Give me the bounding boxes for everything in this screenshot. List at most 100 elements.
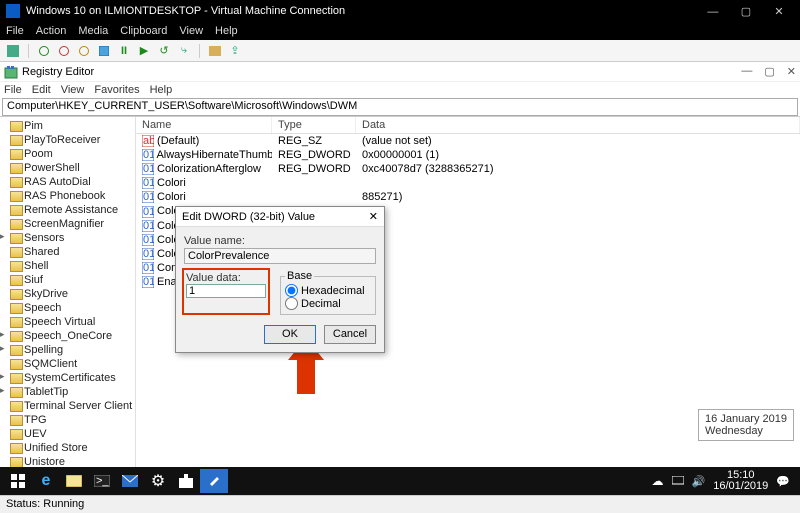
vm-menu-help[interactable]: Help: [215, 25, 238, 37]
tree-item[interactable]: TPG: [10, 413, 135, 427]
tree-item[interactable]: UEV: [10, 427, 135, 441]
tree-item[interactable]: ScreenMagnifier: [10, 217, 135, 231]
ok-button[interactable]: OK: [264, 325, 316, 344]
action-center-icon[interactable]: 💬: [776, 475, 790, 488]
tree-item[interactable]: Poom: [10, 147, 135, 161]
dialog-titlebar[interactable]: Edit DWORD (32-bit) Value ✕: [176, 207, 384, 227]
mail-icon[interactable]: [116, 469, 144, 493]
explorer-icon[interactable]: [60, 469, 88, 493]
tree-item[interactable]: Speech Virtual: [10, 315, 135, 329]
col-name[interactable]: Name: [136, 117, 272, 133]
regedit-icon: [4, 65, 18, 79]
pause-icon[interactable]: II: [117, 44, 131, 58]
revert-icon[interactable]: ⤷: [177, 44, 191, 58]
shutdown-icon[interactable]: [77, 44, 91, 58]
regedit-menu-file[interactable]: File: [4, 84, 22, 96]
tree-item[interactable]: SkyDrive: [10, 287, 135, 301]
tree-item[interactable]: Speech: [10, 301, 135, 315]
save-icon[interactable]: [97, 44, 111, 58]
radio-hex[interactable]: Hexadecimal: [285, 284, 371, 297]
regedit-address-bar[interactable]: Computer\HKEY_CURRENT_USER\Software\Micr…: [2, 98, 798, 116]
tray-onedrive-icon[interactable]: ☁: [652, 474, 664, 488]
start-button[interactable]: [4, 469, 32, 493]
table-row[interactable]: ab (Default)REG_SZ(value not set): [136, 134, 800, 148]
taskbar[interactable]: e >_ ⚙ ☁ 🔊 15:10 16/01/2019 💬: [0, 467, 800, 495]
reset-icon[interactable]: ▶: [137, 44, 151, 58]
ctrl-alt-del-icon[interactable]: [6, 44, 20, 58]
edge-icon[interactable]: e: [32, 469, 60, 493]
regedit-menubar: File Edit View Favorites Help: [0, 82, 800, 98]
tree-item[interactable]: Terminal Server Client: [10, 399, 135, 413]
vm-titlebar: Windows 10 on ILMIONTDESKTOP - Virtual M…: [0, 0, 800, 22]
share-icon[interactable]: ⇪: [228, 44, 242, 58]
tree-item[interactable]: Spelling: [10, 343, 135, 357]
maximize-button[interactable]: ▢: [731, 5, 761, 18]
paint-icon[interactable]: [200, 469, 228, 493]
svg-text:>_: >_: [96, 475, 109, 487]
start-icon[interactable]: [37, 44, 51, 58]
tree-item[interactable]: Remote Assistance: [10, 203, 135, 217]
regedit-close[interactable]: ✕: [787, 65, 796, 78]
regedit-titlebar: Registry Editor — ▢ ✕: [0, 62, 800, 82]
store-icon[interactable]: [172, 469, 200, 493]
tree-item[interactable]: RAS AutoDial: [10, 175, 135, 189]
value-name-field: ColorPrevalence: [184, 248, 376, 264]
table-row[interactable]: 011 Colori885271): [136, 190, 800, 204]
listview-header[interactable]: Name Type Data: [136, 117, 800, 134]
regedit-title: Registry Editor: [22, 66, 94, 78]
table-row[interactable]: 011 Colori: [136, 176, 800, 190]
checkpoint-icon[interactable]: ↺: [157, 44, 171, 58]
radio-dec-input[interactable]: [285, 297, 298, 310]
radio-hex-input[interactable]: [285, 284, 298, 297]
vm-menu-clipboard[interactable]: Clipboard: [120, 25, 167, 37]
tree-item[interactable]: Siuf: [10, 273, 135, 287]
vm-menu-view[interactable]: View: [179, 25, 203, 37]
col-data[interactable]: Data: [356, 117, 800, 133]
tree-item[interactable]: Speech_OneCore: [10, 329, 135, 343]
regedit-minimize[interactable]: —: [741, 65, 752, 78]
taskbar-clock[interactable]: 15:10 16/01/2019: [713, 470, 768, 492]
vm-menu-action[interactable]: Action: [36, 25, 67, 37]
regedit-menu-view[interactable]: View: [61, 84, 85, 96]
tree-item[interactable]: Sensors: [10, 231, 135, 245]
tree-item[interactable]: Shared: [10, 245, 135, 259]
regedit-menu-favorites[interactable]: Favorites: [94, 84, 139, 96]
svg-text:011: 011: [143, 191, 154, 203]
cancel-button[interactable]: Cancel: [324, 325, 376, 344]
tree-item[interactable]: PowerShell: [10, 161, 135, 175]
regedit-menu-help[interactable]: Help: [150, 84, 173, 96]
table-row[interactable]: 011 AlwaysHibernateThumbnailsREG_DWORD0x…: [136, 148, 800, 162]
regedit-menu-edit[interactable]: Edit: [32, 84, 51, 96]
tray-network-icon[interactable]: [672, 476, 684, 486]
col-type[interactable]: Type: [272, 117, 356, 133]
tree-item[interactable]: RAS Phonebook: [10, 189, 135, 203]
date-tooltip: 16 January 2019 Wednesday: [698, 409, 794, 441]
regedit-maximize[interactable]: ▢: [764, 65, 774, 78]
value-data-label: Value data:: [186, 272, 266, 284]
vm-menu-media[interactable]: Media: [78, 25, 108, 37]
svg-text:011: 011: [143, 262, 154, 274]
close-button[interactable]: ✕: [764, 5, 794, 18]
svg-text:011: 011: [143, 177, 154, 189]
settings-icon[interactable]: ⚙: [144, 469, 172, 493]
svg-text:011: 011: [143, 163, 154, 175]
minimize-button[interactable]: —: [698, 6, 728, 18]
value-data-input[interactable]: [186, 284, 266, 298]
tree-item[interactable]: Unified Store: [10, 441, 135, 455]
enhanced-session-icon[interactable]: [208, 44, 222, 58]
terminal-icon[interactable]: >_: [88, 469, 116, 493]
tree-item[interactable]: TabletTip: [10, 385, 135, 399]
dialog-close-icon[interactable]: ✕: [369, 210, 378, 223]
radio-dec[interactable]: Decimal: [285, 297, 371, 310]
tree-item[interactable]: SQMClient: [10, 357, 135, 371]
tree-item[interactable]: Pim: [10, 119, 135, 133]
vm-menu-file[interactable]: File: [6, 25, 24, 37]
tray-volume-icon[interactable]: 🔊: [692, 475, 706, 488]
registry-tree[interactable]: PimPlayToReceiverPoomPowerShellRAS AutoD…: [0, 117, 136, 488]
tree-item[interactable]: Shell: [10, 259, 135, 273]
regedit-window: Registry Editor — ▢ ✕ File Edit View Fav…: [0, 62, 800, 488]
tree-item[interactable]: PlayToReceiver: [10, 133, 135, 147]
table-row[interactable]: 011 ColorizationAfterglowREG_DWORD0xc400…: [136, 162, 800, 176]
turn-off-icon[interactable]: [57, 44, 71, 58]
tree-item[interactable]: SystemCertificates: [10, 371, 135, 385]
